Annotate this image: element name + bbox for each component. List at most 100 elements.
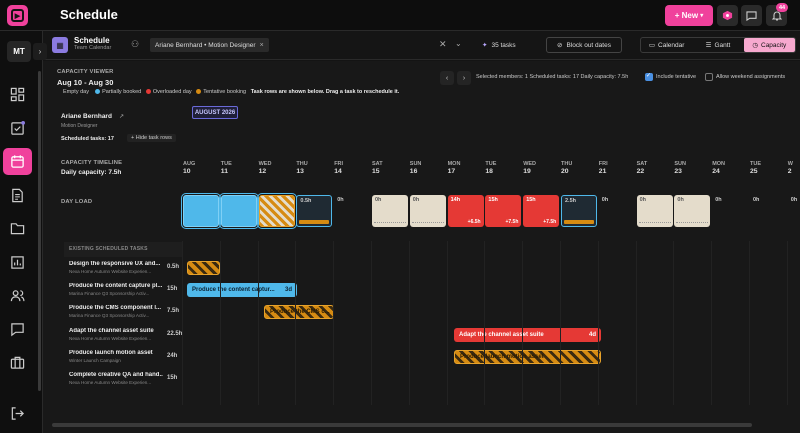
day-load-cell[interactable]: 0h — [409, 195, 446, 227]
people-icon[interactable]: ⚇ — [131, 39, 139, 50]
grid-icon — [10, 87, 25, 102]
tentative-fill — [564, 220, 594, 224]
sidebar-scrollbar[interactable] — [38, 71, 41, 391]
schedule-title: Schedule — [74, 36, 110, 45]
prev-range-button[interactable]: ‹ — [440, 71, 454, 85]
day-load-cell[interactable] — [256, 193, 297, 229]
external-link-icon[interactable]: ↗ — [119, 113, 124, 120]
allow-weekend-checkbox[interactable] — [705, 73, 713, 81]
avatar[interactable]: MT — [7, 41, 31, 62]
tab-gantt[interactable]: ☰ Gantt — [692, 38, 743, 52]
existing-tasks-label: EXISTING SCHEDULED TASKS — [69, 246, 148, 252]
day-load-cell[interactable]: 0h — [599, 195, 635, 227]
sidebar-item-folders[interactable] — [3, 215, 32, 242]
day-of-week: MON — [447, 161, 461, 167]
day-load-value: 0h — [753, 197, 760, 203]
grid-line — [333, 241, 335, 405]
day-number: 21 — [598, 168, 607, 175]
day-load-value: 0h — [715, 197, 722, 203]
day-of-week: TUE — [220, 161, 232, 167]
task-name[interactable]: Produce launch motion asset — [69, 350, 163, 356]
sidebar-item-logout[interactable] — [3, 400, 32, 427]
task-bar-design[interactable] — [187, 261, 220, 275]
sidebar-expand-button[interactable]: › — [33, 43, 47, 60]
day-header: FRI 21 — [599, 161, 635, 175]
day-load-cell[interactable]: 15h +7.5h — [523, 195, 560, 227]
day-load-cell[interactable]: 0h — [788, 195, 800, 227]
month-badge: AUGUST 2026 — [192, 106, 238, 119]
timeline-label: CAPACITY TIMELINE — [61, 160, 123, 166]
day-number: 14 — [334, 168, 342, 175]
member-filter-chip[interactable]: Ariane Bernhard • Motion Designer × — [150, 38, 269, 52]
sidebar-item-reports[interactable] — [3, 249, 32, 276]
task-project: Nexa Home Autumn Website Experien... — [69, 380, 152, 385]
checkbox-icon — [11, 121, 25, 135]
day-load-cell[interactable]: 0h — [636, 195, 673, 227]
clear-filter-icon[interactable]: ✕ — [439, 39, 447, 50]
block-out-label: Block out dates — [566, 41, 611, 49]
day-load-cell[interactable]: 15h +7.5h — [485, 195, 522, 227]
sidebar-item-schedule[interactable] — [3, 148, 32, 175]
next-range-button[interactable]: › — [457, 71, 471, 85]
chevron-down-icon[interactable]: ⌄ — [455, 39, 462, 48]
brand-cube-button[interactable] — [717, 5, 738, 26]
scheduled-count: Scheduled tasks: 17 — [61, 136, 114, 142]
tab-capacity[interactable]: ◷ Capacity — [743, 38, 795, 52]
task-bar-label: Adapt the channel asset suite — [459, 332, 544, 338]
overload-value: +7.5h — [543, 219, 557, 225]
horizontal-scrollbar[interactable] — [52, 423, 752, 427]
chevron-right-icon: › — [38, 47, 42, 56]
schedule-subtitle: Team Calendar — [74, 45, 112, 51]
day-load-cell[interactable]: 0.5h — [296, 195, 333, 227]
task-hours: 0.5h — [167, 264, 180, 270]
task-name[interactable]: Complete creative QA and hand... — [69, 372, 163, 378]
day-load-cell[interactable]: 14h +6.5h — [447, 195, 484, 227]
day-load-cell[interactable] — [181, 193, 221, 229]
sidebar-item-dashboard[interactable] — [3, 81, 32, 108]
remove-chip-icon[interactable]: × — [260, 42, 264, 49]
include-tentative-checkbox[interactable]: ✓ — [645, 73, 653, 81]
task-bar-motion-asset[interactable]: Produce launch motion asset — [454, 350, 601, 364]
tab-calendar[interactable]: ▭ Calendar — [641, 38, 692, 52]
chevron-down-icon: ▾ — [700, 13, 704, 19]
day-number: 10 — [183, 168, 191, 175]
messages-button[interactable] — [741, 5, 762, 26]
tasks-count-button[interactable]: ✦ 35 tasks — [477, 38, 521, 52]
sidebar-item-projects[interactable] — [3, 349, 32, 376]
day-number: 11 — [220, 168, 228, 175]
day-load-value: 0h — [790, 197, 798, 203]
app-logo[interactable]: ▶ — [7, 5, 28, 26]
day-header: SUN 23 — [674, 161, 710, 175]
day-load-cell[interactable]: 0h — [372, 195, 408, 227]
day-load-cell[interactable]: 0h — [334, 195, 370, 227]
chart-icon — [11, 256, 24, 269]
day-load-cell[interactable]: 0h — [674, 195, 711, 227]
block-icon: ⊘ — [557, 42, 563, 49]
task-name[interactable]: Design the responsive UX and... — [69, 261, 163, 267]
task-bar-content-capture[interactable]: Produce the content captur... 3d — [187, 283, 297, 297]
day-load-cell[interactable]: 0h — [750, 195, 786, 227]
grid-line — [635, 241, 637, 405]
task-name[interactable]: Adapt the channel asset suite — [69, 328, 163, 334]
task-bar-cms[interactable]: Produce the CMS c... — [264, 305, 334, 319]
task-name[interactable]: Produce the CMS component l... — [69, 305, 163, 311]
hide-task-rows-button[interactable]: + Hide task rows — [127, 134, 176, 142]
overload-value: +7.5h — [505, 219, 519, 225]
day-load-cell[interactable]: 0h — [712, 195, 748, 227]
block-out-dates-button[interactable]: ⊘ Block out dates — [546, 37, 622, 53]
sidebar-item-people[interactable] — [3, 282, 32, 309]
day-load-value: 0h — [677, 197, 684, 203]
sidebar-item-messages[interactable] — [3, 316, 32, 343]
sidebar-item-tasks[interactable] — [3, 115, 32, 142]
member-role: Motion Designer — [61, 123, 98, 129]
new-button[interactable]: + New ▾ — [665, 5, 713, 26]
sidebar-item-documents[interactable] — [3, 182, 32, 209]
day-load-value: 2.5h — [565, 198, 577, 204]
task-hours: 22.5h — [167, 331, 183, 337]
task-bar-channel-asset[interactable]: Adapt the channel asset suite 4d — [454, 328, 601, 342]
day-load-cell[interactable]: 2.5h — [561, 195, 597, 227]
day-load-value: 0h — [375, 197, 382, 203]
day-header: TUE 25 — [750, 161, 786, 175]
day-load-cell[interactable] — [218, 193, 259, 229]
task-name[interactable]: Produce the content capture pl... — [69, 283, 163, 289]
